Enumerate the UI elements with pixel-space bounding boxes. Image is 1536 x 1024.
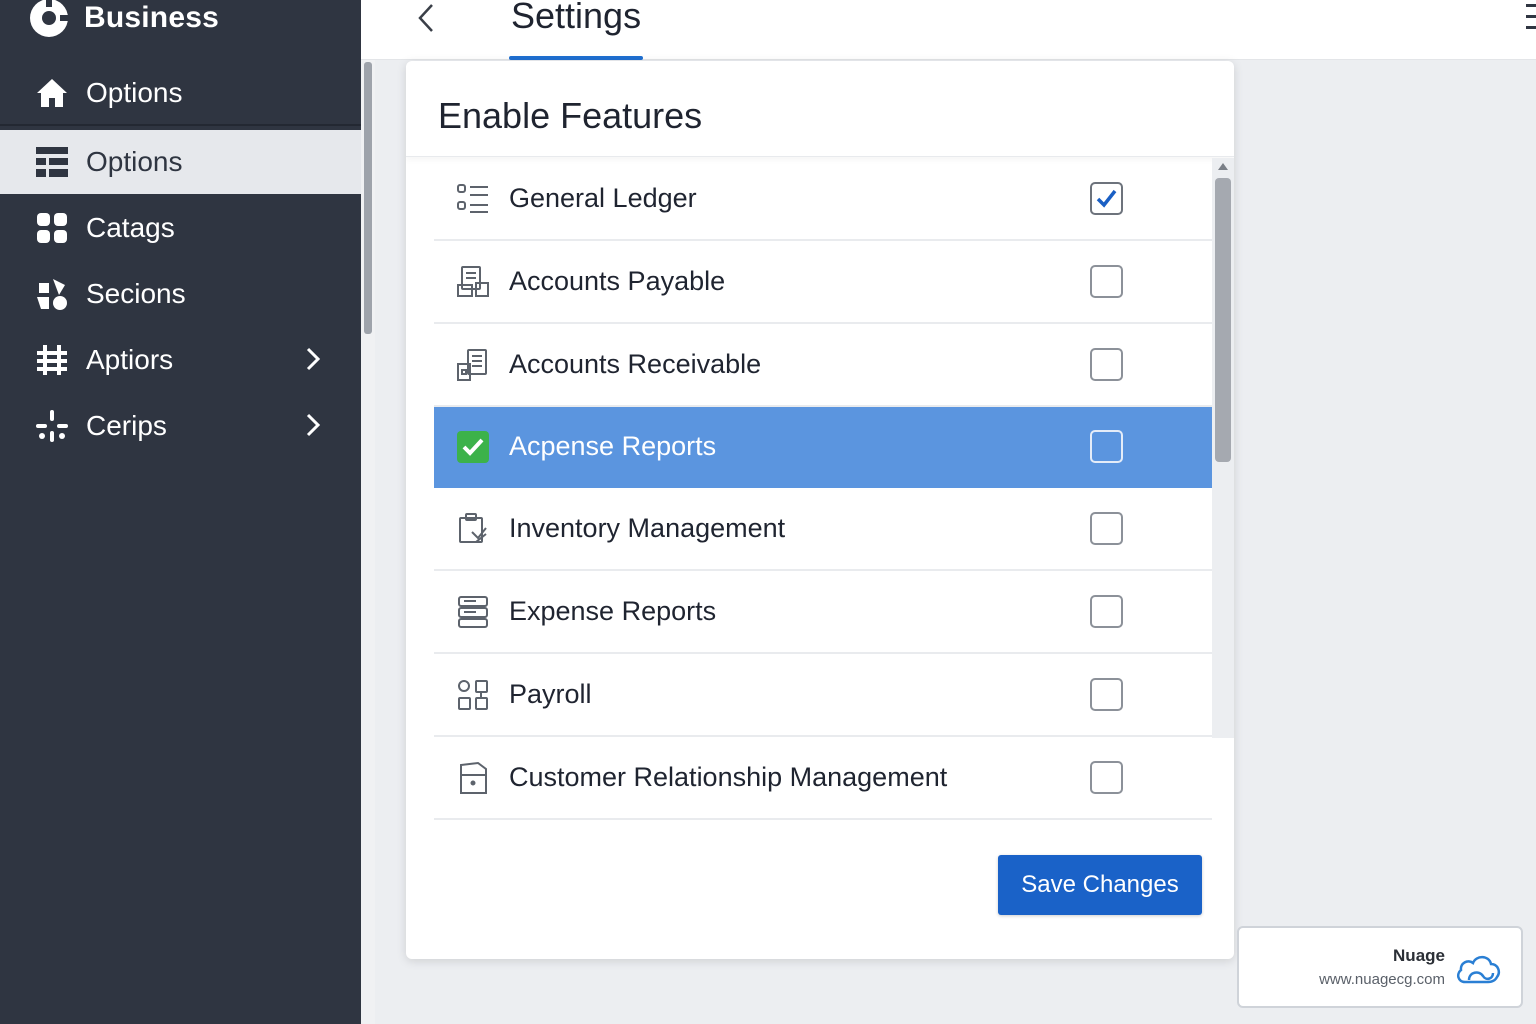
scroll-up-icon[interactable] [1218,162,1228,170]
feature-label: Accounts Receivable [509,349,762,379]
panel-title: Enable Features [438,95,703,136]
sections-icon [34,276,70,312]
feature-checkbox[interactable] [1090,761,1123,794]
sidebar: Business Options Options Catags Secions … [0,0,361,1024]
top-bar: Settings [361,0,1536,60]
green-check-icon [457,430,489,463]
enable-features-panel: Enable Features General Ledger Accounts … [406,61,1234,959]
feature-checkbox[interactable] [1090,348,1123,381]
server-icon [458,595,488,628]
feature-checkbox[interactable] [1090,512,1123,545]
feature-row-accounts-payable[interactable]: Accounts Payable [434,241,1212,324]
panel-header: Enable Features [406,61,1234,157]
tab-settings[interactable]: Settings [509,0,644,60]
table-icon [34,144,70,180]
feature-checkbox[interactable] [1090,182,1123,215]
sidebar-item-options[interactable]: Options [0,130,361,194]
feature-label: Acpense Reports [509,431,717,461]
feature-list-scrollbar-thumb[interactable] [1215,178,1231,462]
cloud-icon [1456,955,1500,984]
feature-checkbox[interactable] [1090,265,1123,298]
door-icon [460,761,487,794]
feature-row-inventory-management[interactable]: Inventory Management [434,488,1212,571]
feature-checkbox[interactable] [1090,678,1123,711]
sidebar-item-label: Options [86,77,183,108]
sidebar-item-secions[interactable]: Secions [0,262,361,326]
feature-row-acpense-reports[interactable]: Acpense Reports [434,407,1212,488]
chevron-right-icon [306,347,321,371]
check-icon [1096,189,1117,208]
feature-label: Payroll [509,679,592,709]
watermark-name: Nuage [1393,946,1445,965]
sidebar-item-options-home[interactable]: Options [0,62,361,126]
feature-list-scrollbar[interactable] [1212,158,1234,738]
brand-logo-icon [30,0,70,37]
tab-settings-label: Settings [511,0,642,36]
brand-name: Business [84,1,219,34]
feature-row-payroll[interactable]: Payroll [434,654,1212,737]
feature-row-customer-relationship-management[interactable]: Customer Relationship Management [434,737,1212,820]
hash-icon [34,342,70,378]
sidebar-item-label: Aptiors [86,344,174,375]
feature-checkbox[interactable] [1090,595,1123,628]
grid-icon [34,210,70,246]
sidebar-item-label: Secions [86,278,186,309]
tab-active-indicator [509,56,644,60]
chevron-right-icon [306,413,321,437]
sidebar-item-cerips[interactable]: Cerips [0,394,361,458]
feature-label: Expense Reports [509,596,717,626]
sidebar-item-label: Options [86,146,183,177]
shapes-icon [458,679,488,710]
sidebar-scrollbar[interactable] [361,60,375,1024]
sidebar-item-catags[interactable]: Catags [0,196,361,260]
receivable-icon [457,348,487,381]
feature-checkbox[interactable] [1090,430,1123,463]
sidebar-item-label: Catags [86,212,175,243]
watermark-url: www.nuagecg.com [1319,971,1445,988]
save-changes-button[interactable]: Save Changes [998,855,1202,915]
home-icon [34,75,70,111]
menu-icon[interactable] [1526,2,1536,32]
sidebar-scrollbar-thumb[interactable] [364,62,372,334]
feature-row-accounts-receivable[interactable]: Accounts Receivable [434,324,1212,407]
inventory-icon [459,512,487,543]
brand[interactable]: Business [28,0,219,40]
sidebar-item-label: Cerips [86,410,167,441]
feature-label: Accounts Payable [509,266,726,296]
feature-row-expense-reports[interactable]: Expense Reports [434,571,1212,654]
watermark-badge: Nuage www.nuagecg.com [1237,926,1523,1008]
sidebar-item-aptiors[interactable]: Aptiors [0,328,361,392]
feature-label: Customer Relationship Management [509,762,948,792]
list-icon [457,183,488,213]
feature-label: Inventory Management [509,513,786,543]
sparkle-icon [34,408,70,444]
payable-icon [457,265,489,297]
feature-label: General Ledger [509,183,697,213]
feature-row-general-ledger[interactable]: General Ledger [434,158,1212,241]
back-arrow-icon[interactable] [415,2,437,34]
